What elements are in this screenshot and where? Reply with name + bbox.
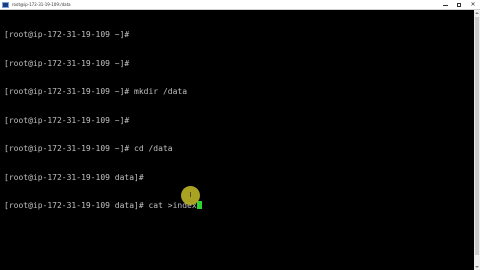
arrow-down-icon: [475, 266, 479, 268]
vertical-scrollbar[interactable]: [474, 10, 480, 270]
terminal-line: [root@ip-172-31-19-109 ~]# cd /data: [4, 144, 173, 153]
terminal-line: [root@ip-172-31-19-109 ~]#: [4, 115, 130, 125]
putty-app-icon: [2, 1, 9, 8]
terminal-line: [root@ip-172-31-19-109 data]#: [4, 172, 144, 182]
window-controls: ✕: [438, 0, 480, 10]
scroll-down-button[interactable]: [474, 264, 480, 270]
arrow-up-icon: [475, 12, 479, 14]
terminal-line: [root@ip-172-31-19-109 ~]# mkdir /data: [4, 87, 188, 96]
terminal-output[interactable]: [root@ip-172-31-19-109 ~]# [root@ip-172-…: [0, 10, 474, 270]
ibeam-cursor-icon: I: [189, 191, 192, 199]
close-button[interactable]: ✕: [466, 0, 480, 10]
maximize-button[interactable]: [452, 0, 466, 10]
terminal-window: root@ip-172-31-19-109:/data ✕ [root@ip-1…: [0, 0, 480, 270]
title-bar[interactable]: root@ip-172-31-19-109:/data ✕: [0, 0, 480, 10]
minimize-button[interactable]: [438, 0, 452, 10]
terminal-line: [root@ip-172-31-19-109 ~]#: [4, 58, 130, 68]
text-cursor: [196, 201, 202, 209]
terminal-command-text: [root@ip-172-31-19-109 data]# cat >index: [4, 201, 197, 210]
minimize-icon: [442, 5, 448, 6]
close-icon: ✕: [470, 1, 476, 8]
maximize-icon: [457, 3, 461, 7]
terminal-line: [root@ip-172-31-19-109 ~]#: [4, 30, 130, 39]
mouse-pointer-highlight: I: [181, 186, 200, 205]
scroll-thumb[interactable]: [475, 17, 479, 255]
window-title: root@ip-172-31-19-109:/data: [12, 1, 71, 7]
scroll-up-button[interactable]: [474, 10, 480, 16]
terminal-current-line: [root@ip-172-31-19-109 data]# cat >index: [4, 201, 474, 211]
